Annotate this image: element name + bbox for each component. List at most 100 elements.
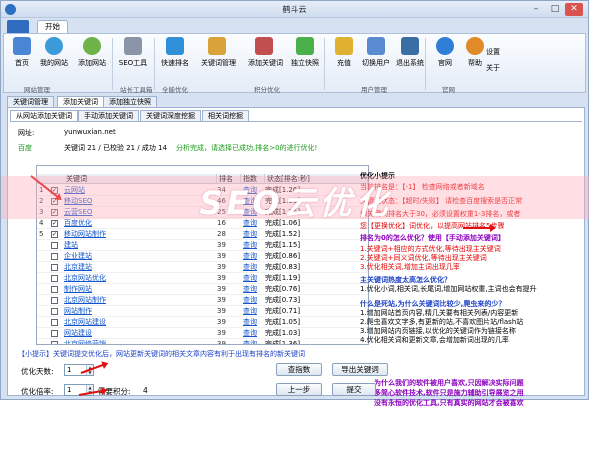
site-url: yunwuxian.net (64, 128, 116, 136)
watermark-banner: SEO云优化 (1, 176, 589, 222)
tab-deep-mining[interactable]: 关键词深度挖掘 (140, 110, 201, 121)
switch-user-button[interactable]: 切换用户 (360, 37, 392, 68)
keyword-link[interactable]: 北京网站优化 (64, 273, 194, 284)
query-index-button[interactable]: 查指数 (276, 363, 322, 376)
tab-keyword-manage[interactable]: 关键词管理 (7, 96, 54, 107)
table-row[interactable]: 北京建站 39 查询 完成[0.83] (37, 262, 368, 273)
site-label: 网址: (18, 129, 35, 137)
table-row[interactable]: 北京网站制作 39 查询 完成[0.73] (37, 295, 368, 306)
row-status: 完成[1.52] (265, 230, 301, 238)
row-status: 完成[0.86] (265, 252, 301, 260)
logout-button[interactable]: 退出系统 (394, 37, 426, 68)
main-panel: 从网站添加关键词 手动添加关键词 关键词深度挖掘 相关词挖掘 网址: yunwu… (7, 107, 585, 407)
table-row[interactable]: 北京网站建设 39 查询 完成[1.05] (37, 317, 368, 328)
table-row[interactable]: 企业建站 39 查询 完成[0.86] (37, 251, 368, 262)
row-checkbox[interactable] (51, 284, 60, 295)
tab-related-mining[interactable]: 相关词挖掘 (202, 110, 249, 121)
keyword-link[interactable]: 移动网站制作 (64, 229, 194, 240)
index-query-link[interactable]: 查询 (241, 339, 259, 344)
row-checkbox[interactable] (51, 273, 60, 284)
row-checkbox[interactable] (51, 328, 60, 339)
rank-value: 39 (217, 318, 226, 326)
settings-button[interactable]: 设置 (478, 44, 508, 57)
index-query-link[interactable]: 查询 (241, 229, 259, 240)
add-keyword-button[interactable]: 添加关键词 (248, 37, 283, 68)
close-icon[interactable]: ✕ (565, 3, 583, 16)
table-row[interactable]: 5 ✓ 移动网站制作 28 查询 完成[1.52] (37, 229, 368, 240)
index-query-link[interactable]: 查询 (241, 273, 259, 284)
home-button[interactable]: 首页 (6, 37, 38, 68)
prev-step-button[interactable]: 上一步 (276, 383, 322, 396)
table-row[interactable]: 制作网站 39 查询 完成[0.76] (37, 284, 368, 295)
rank-value: 39 (217, 252, 226, 260)
index-query-link[interactable]: 查询 (241, 317, 259, 328)
tab-manual-add[interactable]: 手动添加关键词 (78, 110, 139, 121)
status-message: 分析完成，请选择已成功,排名>0的进行优化! (176, 144, 318, 152)
index-query-link[interactable]: 查询 (241, 295, 259, 306)
row-checkbox[interactable] (51, 339, 60, 344)
app-menu-button[interactable] (7, 20, 29, 33)
keyword-link[interactable]: 企业建站 (64, 251, 194, 262)
minimize-icon[interactable]: – (527, 3, 545, 16)
website-button[interactable]: 官网 (429, 37, 461, 68)
row-checkbox[interactable] (51, 295, 60, 306)
recharge-button[interactable]: 充值 (328, 37, 360, 68)
about-button[interactable]: 关于 (478, 60, 508, 73)
annotation-arrow (463, 224, 496, 232)
table-row[interactable]: 北京网络营销 39 查询 完成[1.36] (37, 339, 368, 345)
keyword-manage-button[interactable]: 关键词管理 (201, 37, 236, 68)
table-row[interactable]: 建站 39 查询 完成[1.15] (37, 240, 368, 251)
keyword-link[interactable]: 北京网站建设 (64, 317, 194, 328)
row-checkbox[interactable] (51, 251, 60, 262)
window-title: 鹤斗云 (282, 5, 307, 14)
keyword-link[interactable]: 北京网络营销 (64, 339, 194, 344)
table-row[interactable]: 网站建设 39 查询 完成[1.03] (37, 328, 368, 339)
tools-icon (124, 37, 142, 55)
row-checkbox[interactable]: ✓ (51, 229, 60, 240)
rank-value: 39 (217, 340, 226, 345)
keyword-link[interactable]: 北京建站 (64, 262, 194, 273)
keyword-link[interactable]: 网站制作 (64, 306, 194, 317)
row-status: 完成[1.15] (265, 241, 301, 249)
snapshot-button[interactable]: 独立快照 (289, 37, 321, 68)
my-sites-button[interactable]: 我的网站 (38, 37, 70, 68)
keyword-link[interactable]: 北京网站制作 (64, 295, 194, 306)
index-query-link[interactable]: 查询 (241, 240, 259, 251)
index-query-link[interactable]: 查询 (241, 306, 259, 317)
keyword-link[interactable]: 制作网站 (64, 284, 194, 295)
rank-value: 39 (217, 241, 226, 249)
tab-add-snapshot[interactable]: 添加独立快照 (103, 96, 157, 107)
points-value: 4 (143, 386, 148, 395)
index-query-link[interactable]: 查询 (241, 251, 259, 262)
row-checkbox[interactable] (51, 240, 60, 251)
index-query-link[interactable]: 查询 (241, 328, 259, 339)
index-query-link[interactable]: 查询 (241, 284, 259, 295)
submit-button[interactable]: 提交 (332, 383, 376, 396)
days-label: 优化天数: (21, 367, 54, 376)
quick-rank-button[interactable]: 快速排名 (159, 37, 191, 68)
rank-value: 39 (217, 285, 226, 293)
rank-icon (166, 37, 184, 55)
export-keywords-button[interactable]: 导出关键词 (332, 363, 388, 376)
app-window: 鹤斗云 – □ ✕ 开始 首页 我的网站 添加网站 SEO工具 快速排名 关键词… (0, 0, 589, 407)
row-status: 完成[1.03] (265, 329, 301, 337)
tab-add-keyword[interactable]: 添加关键词 (57, 96, 104, 107)
home-icon (13, 37, 31, 55)
toolbar: 首页 我的网站 添加网站 SEO工具 快速排名 关键词管理 添加关键词 独立快照… (3, 33, 586, 94)
table-row[interactable]: 网站制作 39 查询 完成[0.71] (37, 306, 368, 317)
keyword-link[interactable]: 建站 (64, 240, 194, 251)
add-site-button[interactable]: 添加网站 (76, 37, 108, 68)
row-checkbox[interactable] (51, 306, 60, 317)
plus-icon (296, 37, 314, 55)
tab-content: 网址: yunwuxian.net 百度 关键词 21 / 已校验 21 / 成… (10, 121, 582, 407)
keyword-link[interactable]: 网站建设 (64, 328, 194, 339)
table-row[interactable]: 北京网站优化 39 查询 完成[1.19] (37, 273, 368, 284)
tab-start[interactable]: 开始 (37, 20, 68, 33)
tip-note: 【小提示】关键词提交优化后，网站更新关键词的相关文章内容有利于出现有排名的新关键… (18, 350, 305, 358)
maximize-icon[interactable]: □ (546, 3, 564, 16)
index-query-link[interactable]: 查询 (241, 262, 259, 273)
row-checkbox[interactable] (51, 262, 60, 273)
seo-tools-button[interactable]: SEO工具 (117, 37, 149, 68)
row-checkbox[interactable] (51, 317, 60, 328)
tab-from-site[interactable]: 从网站添加关键词 (10, 110, 78, 121)
